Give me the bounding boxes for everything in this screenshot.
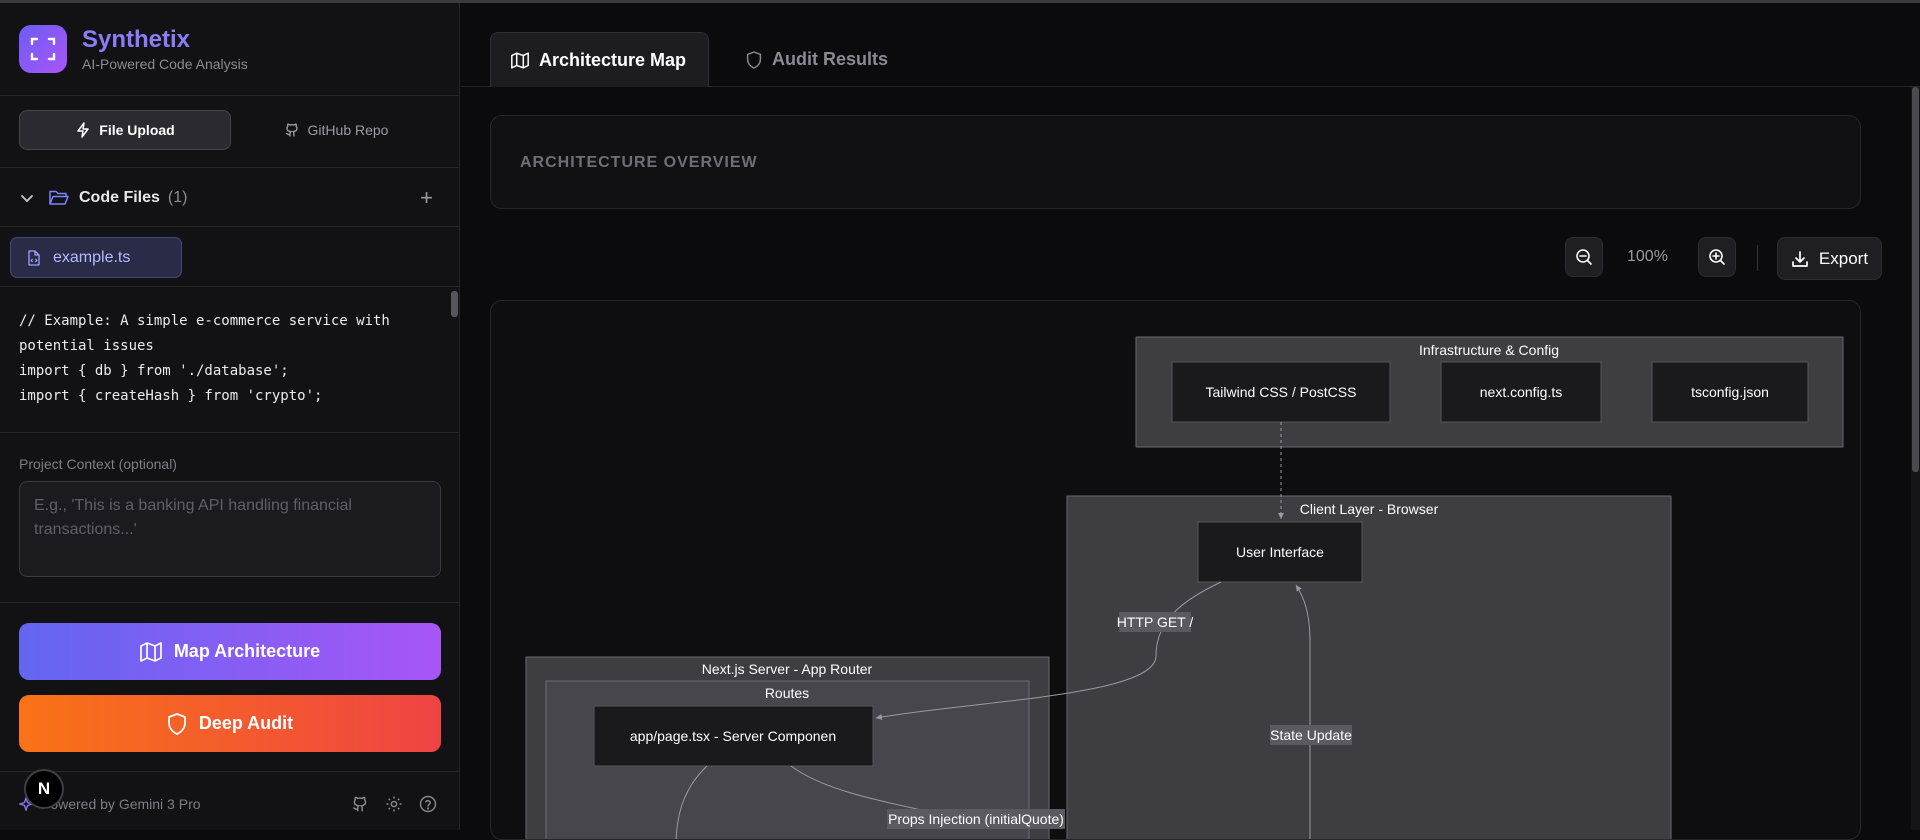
file-upload-label: File Upload bbox=[99, 122, 175, 138]
node-user-interface-label: User Interface bbox=[1236, 544, 1324, 560]
edge-label-props-injection: Props Injection (initialQuote) bbox=[887, 809, 1065, 829]
diagram-toolbar: 100% Export bbox=[461, 237, 1882, 281]
tab-audit-results[interactable]: Audit Results bbox=[726, 32, 908, 87]
divider bbox=[0, 602, 459, 603]
project-context-input[interactable] bbox=[19, 481, 441, 577]
edge-label-http-get: HTTP GET / bbox=[1117, 612, 1194, 632]
code-scrollbar[interactable] bbox=[451, 291, 458, 317]
architecture-overview-card: ARCHITECTURE OVERVIEW bbox=[490, 115, 1861, 209]
download-icon bbox=[1792, 250, 1808, 267]
add-file-button[interactable]: + bbox=[420, 187, 433, 209]
shield-icon bbox=[167, 712, 186, 735]
github-repo-label: GitHub Repo bbox=[307, 122, 389, 138]
zoom-in-button[interactable] bbox=[1698, 237, 1736, 277]
gear-icon[interactable] bbox=[385, 795, 403, 813]
sidebar: Synthetix AI-Powered Code Analysis File … bbox=[0, 3, 460, 830]
routes-group-label: Routes bbox=[765, 685, 809, 701]
project-context-label: Project Context (optional) bbox=[19, 456, 177, 472]
zoom-out-button[interactable] bbox=[1565, 237, 1603, 277]
folder-open-icon bbox=[49, 190, 69, 205]
client-group bbox=[1066, 495, 1672, 839]
main-scrollbar-thumb[interactable] bbox=[1912, 87, 1919, 472]
shield-icon bbox=[746, 50, 762, 69]
code-files-count: (1) bbox=[167, 189, 188, 206]
node-tailwind-label: Tailwind CSS / PostCSS bbox=[1206, 384, 1357, 400]
tab-architecture-map-label: Architecture Map bbox=[539, 49, 687, 70]
powered-by-text: Powered by Gemini 3 Pro bbox=[41, 796, 201, 812]
export-label: Export bbox=[1818, 248, 1869, 268]
edge-label-props-injection-text: Props Injection (initialQuote) bbox=[888, 811, 1064, 827]
file-upload-button[interactable]: File Upload bbox=[19, 110, 231, 150]
zoom-level: 100% bbox=[1627, 248, 1668, 265]
sidebar-footer: Powered by Gemini 3 Pro bbox=[19, 792, 441, 816]
tab-architecture-map[interactable]: Architecture Map bbox=[490, 32, 709, 87]
divider bbox=[0, 771, 459, 772]
scan-logo-icon bbox=[19, 25, 67, 73]
server-group-label: Next.js Server - App Router bbox=[702, 661, 873, 677]
node-app-page-label: app/page.tsx - Server Componen bbox=[630, 728, 836, 744]
github-repo-button[interactable]: GitHub Repo bbox=[231, 110, 441, 150]
file-tab-label: example.ts bbox=[53, 248, 131, 266]
edge-label-http-get-text: HTTP GET / bbox=[1117, 614, 1194, 630]
divider bbox=[0, 95, 459, 96]
code-files-title: Code Files bbox=[79, 189, 160, 206]
export-button[interactable]: Export bbox=[1777, 237, 1882, 280]
node-tailwind[interactable]: Tailwind CSS / PostCSS bbox=[1171, 361, 1391, 423]
node-next-config[interactable]: next.config.ts bbox=[1440, 361, 1602, 423]
map-architecture-button[interactable]: Map Architecture bbox=[19, 623, 441, 680]
architecture-overview-title: ARCHITECTURE OVERVIEW bbox=[520, 154, 758, 171]
infra-group-label: Infrastructure & Config bbox=[1419, 342, 1559, 358]
source-mode-switch: File Upload GitHub Repo bbox=[19, 110, 441, 150]
client-group-label: Client Layer - Browser bbox=[1300, 501, 1439, 517]
lightning-icon bbox=[77, 122, 90, 138]
map-icon bbox=[139, 641, 162, 662]
deep-audit-label: Deep Audit bbox=[198, 713, 294, 733]
zoom-in-icon bbox=[1709, 249, 1725, 265]
node-app-page[interactable]: app/page.tsx - Server Componen bbox=[593, 705, 874, 767]
map-architecture-label: Map Architecture bbox=[173, 641, 321, 661]
view-tabs: Architecture Map Audit Results bbox=[461, 3, 1920, 87]
code-preview[interactable]: // Example: A simple e-commerce service … bbox=[19, 309, 439, 409]
main-panel: Architecture Map Audit Results ARCHITECT… bbox=[461, 3, 1920, 840]
node-tsconfig-label: tsconfig.json bbox=[1691, 384, 1769, 400]
divider bbox=[0, 226, 459, 227]
help-icon[interactable] bbox=[419, 795, 437, 813]
architecture-diagram[interactable]: Infrastructure & Config Tailwind CSS / P… bbox=[490, 300, 1861, 840]
toolbar-divider bbox=[1757, 245, 1758, 271]
divider bbox=[0, 167, 459, 168]
github-icon bbox=[285, 123, 298, 137]
edge-label-state-update: State Update bbox=[1270, 725, 1352, 745]
file-code-icon bbox=[28, 249, 40, 266]
brand: Synthetix AI-Powered Code Analysis bbox=[19, 25, 248, 73]
dev-tools-badge[interactable]: N bbox=[24, 769, 64, 809]
app-name: Synthetix bbox=[82, 26, 191, 53]
node-tsconfig[interactable]: tsconfig.json bbox=[1651, 361, 1809, 423]
divider bbox=[0, 286, 459, 287]
app-tagline: AI-Powered Code Analysis bbox=[82, 56, 248, 72]
edge-label-state-update-text: State Update bbox=[1270, 727, 1352, 743]
map-icon bbox=[511, 51, 529, 69]
node-user-interface[interactable]: User Interface bbox=[1197, 521, 1363, 583]
zoom-out-icon bbox=[1576, 249, 1592, 265]
deep-audit-button[interactable]: Deep Audit bbox=[19, 695, 441, 752]
code-files-header[interactable]: Code Files (1) + bbox=[19, 183, 441, 213]
github-icon[interactable] bbox=[351, 795, 369, 813]
node-next-config-label: next.config.ts bbox=[1480, 384, 1563, 400]
chevron-down-icon[interactable] bbox=[19, 190, 35, 206]
file-tab-example[interactable]: example.ts bbox=[10, 237, 182, 278]
tab-audit-results-label: Audit Results bbox=[772, 49, 889, 69]
divider bbox=[0, 432, 459, 433]
